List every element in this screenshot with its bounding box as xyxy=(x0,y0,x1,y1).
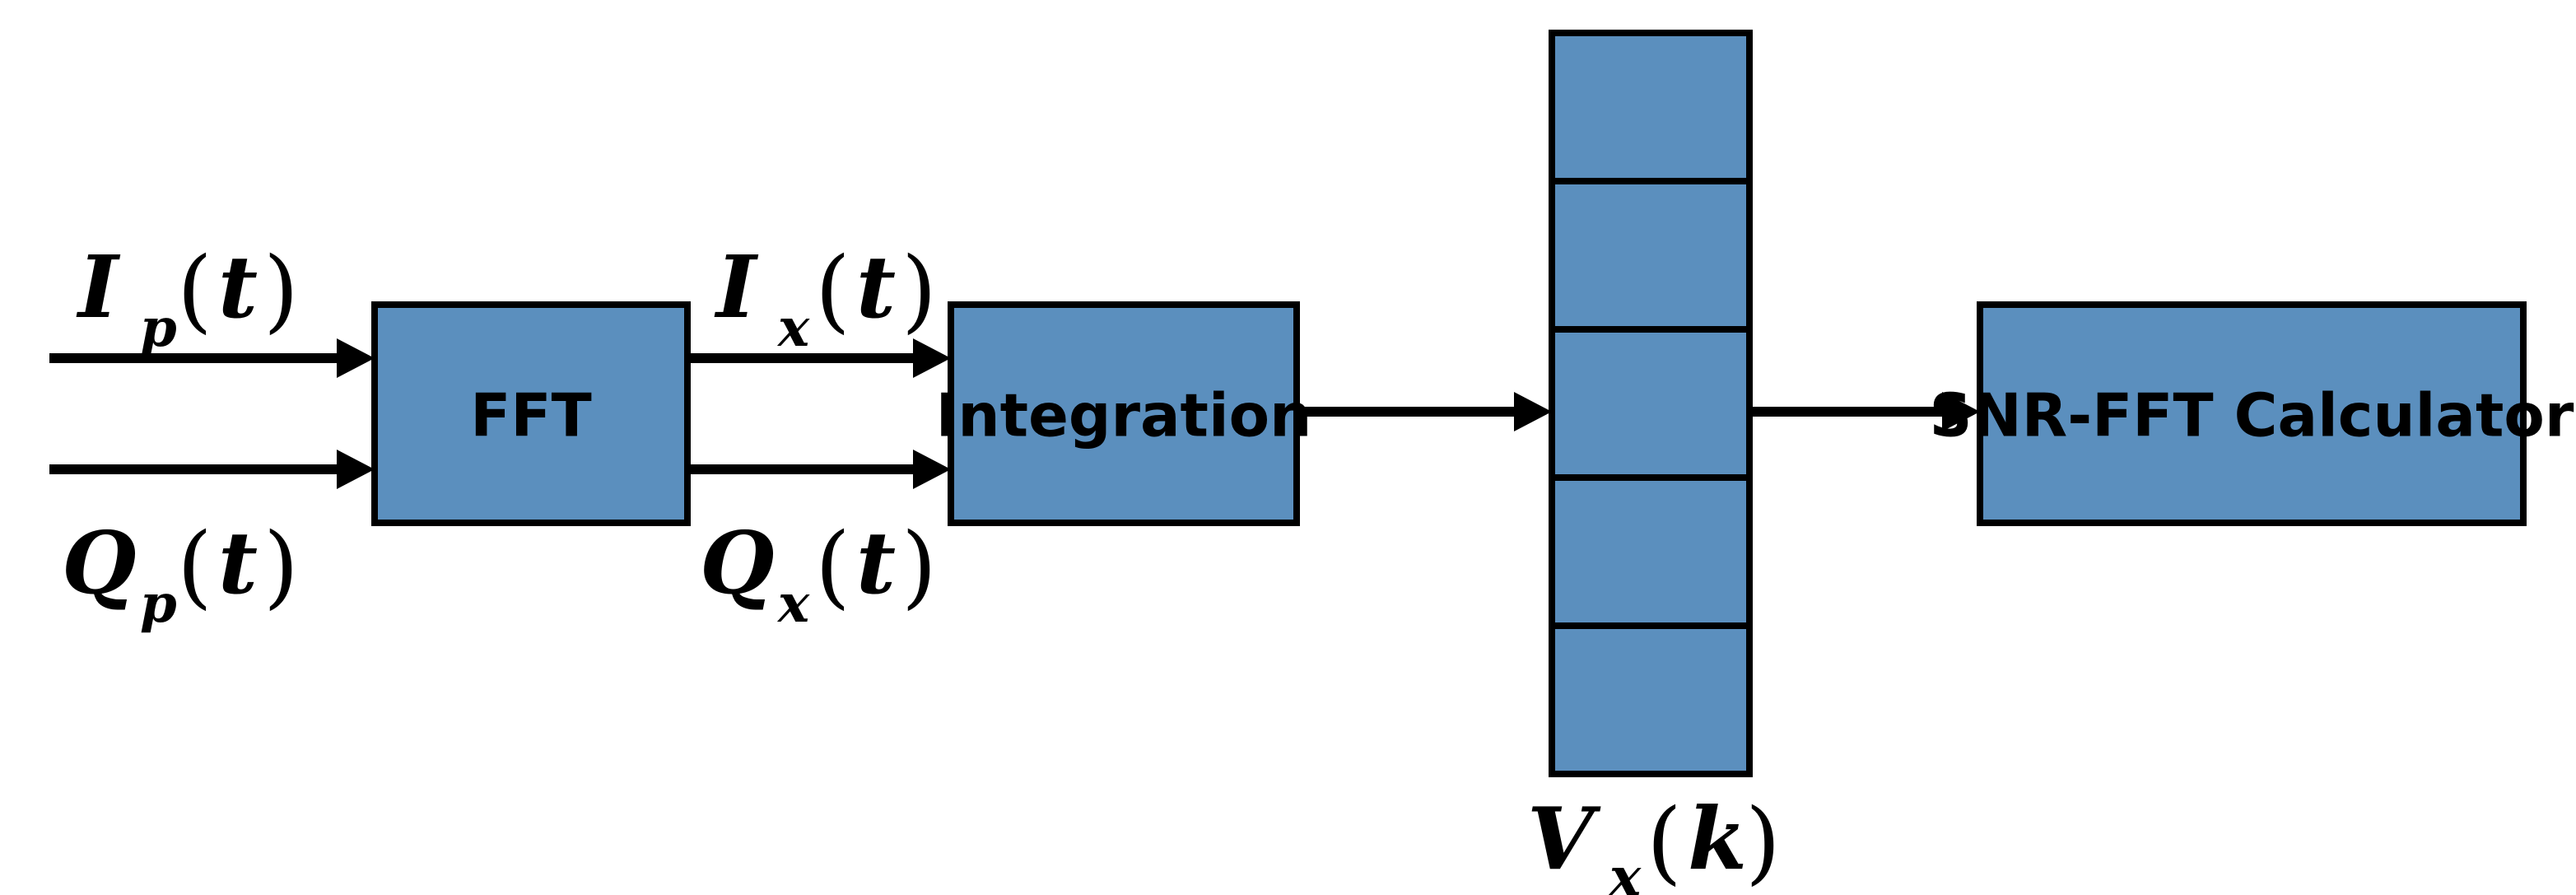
fft-block-label: FFT xyxy=(470,381,591,450)
arrow-mid-bot xyxy=(687,450,951,489)
svg-text:(: ( xyxy=(815,237,850,343)
svg-text:p: p xyxy=(140,573,177,635)
svg-text:I: I xyxy=(714,236,759,338)
label-mid-top: I x ( t ) xyxy=(714,236,937,359)
label-stack-out: V x ( k ) xyxy=(1527,788,1781,895)
buffer-stack xyxy=(1552,33,1749,774)
snr-fft-block-label: SNR-FFT Calculator xyxy=(1930,381,2574,450)
svg-text:t: t xyxy=(856,236,896,338)
svg-text:(: ( xyxy=(1647,789,1682,894)
arrow-stack-to-snr xyxy=(1749,392,1980,431)
svg-text:Q: Q xyxy=(700,512,775,613)
arrow-in-top xyxy=(49,338,375,378)
label-in-top: I p ( t ) xyxy=(76,236,299,359)
svg-text:): ) xyxy=(263,237,299,343)
svg-text:k: k xyxy=(1688,788,1747,889)
arrow-integ-to-stack xyxy=(1297,392,1552,431)
integration-block-label: Integration xyxy=(936,381,1312,450)
svg-text:): ) xyxy=(901,513,937,618)
svg-text:x: x xyxy=(1608,846,1642,895)
svg-text:x: x xyxy=(776,297,810,359)
svg-text:Q: Q xyxy=(62,512,137,613)
svg-text:t: t xyxy=(218,512,258,613)
svg-text:): ) xyxy=(1745,789,1781,894)
svg-text:p: p xyxy=(140,297,177,359)
label-in-bot: Q p ( t ) xyxy=(62,512,299,635)
svg-text:(: ( xyxy=(815,513,850,618)
svg-text:V: V xyxy=(1527,788,1601,889)
label-mid-bot: Q x ( t ) xyxy=(700,512,937,635)
svg-text:): ) xyxy=(263,513,299,618)
arrow-in-bot xyxy=(49,450,375,489)
svg-text:t: t xyxy=(856,512,896,613)
svg-text:): ) xyxy=(901,237,937,343)
svg-text:t: t xyxy=(218,236,258,338)
arrow-mid-top xyxy=(687,338,951,378)
svg-text:(: ( xyxy=(177,237,212,343)
svg-text:(: ( xyxy=(177,513,212,618)
svg-text:x: x xyxy=(776,573,810,635)
svg-text:I: I xyxy=(76,236,121,338)
